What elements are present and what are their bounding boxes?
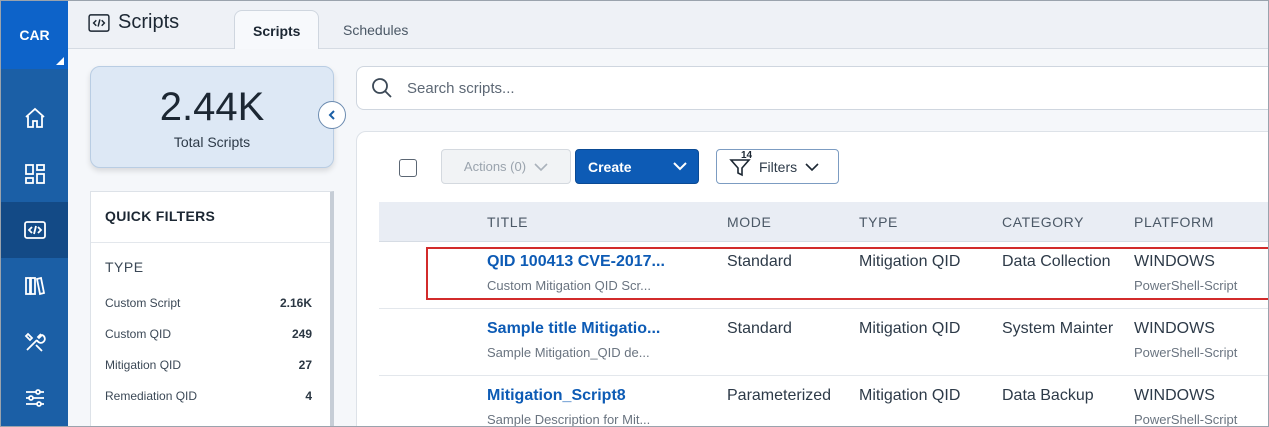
corner-indicator-icon (56, 57, 64, 65)
search-icon (372, 78, 392, 98)
quick-filter-count: 2.16K (279, 296, 312, 310)
search-input[interactable] (407, 79, 1007, 97)
cell-mode: Standard (727, 253, 792, 270)
quick-filters-title: QUICK FILTERS (105, 208, 216, 224)
actions-dropdown-button[interactable]: Actions (0) (441, 149, 571, 184)
scripts-icon (23, 221, 46, 239)
tab-scripts-label: Scripts (253, 22, 301, 39)
select-all-checkbox[interactable] (399, 159, 417, 177)
column-header-type[interactable]: TYPE (859, 214, 898, 230)
table-header: TITLE MODE TYPE CATEGORY PLATFORM (379, 202, 1268, 242)
cell-platform-subtype: PowerShell-Script (1134, 412, 1238, 427)
total-scripts-label: Total Scripts (173, 134, 251, 150)
top-bar: Scripts Scripts Schedules (68, 1, 1268, 50)
nav-library[interactable] (1, 258, 68, 314)
script-title-link[interactable]: Sample title Mitigatio... (487, 320, 660, 338)
quick-filter-label: Remediation QID (105, 389, 198, 403)
column-header-title[interactable]: TITLE (487, 214, 528, 230)
cell-mode: Parameterized (727, 387, 832, 404)
cell-mode: Standard (727, 320, 792, 337)
quick-filter-item[interactable]: Remediation QID 4 (105, 389, 312, 409)
quick-filter-item[interactable]: Mitigation QID 27 (105, 358, 312, 378)
app-brand-label: CAR (19, 27, 50, 43)
tab-schedules-label: Schedules (343, 22, 409, 38)
chevron-down-icon (805, 162, 819, 171)
total-scripts-value: 2.44K (159, 85, 265, 129)
left-nav-rail: CAR (1, 1, 68, 426)
nav-scripts[interactable] (1, 202, 68, 258)
create-button[interactable]: Create (575, 149, 699, 184)
scripts-table-card: Actions (0) Create 14 Filters TITLE MODE… (356, 131, 1268, 427)
cell-platform: WINDOWS (1134, 253, 1215, 270)
script-description: Sample Description for Mit... (487, 412, 651, 427)
library-icon (24, 276, 45, 296)
cell-platform: WINDOWS (1134, 387, 1215, 404)
nav-settings[interactable] (1, 370, 68, 426)
quick-filter-item[interactable]: Custom QID 249 (105, 327, 312, 347)
filters-count-badge: 14 (741, 150, 753, 161)
cell-type: Mitigation QID (859, 387, 961, 404)
tools-icon (24, 332, 46, 352)
settings-sliders-icon (25, 389, 44, 407)
quick-filter-label: Custom Script (105, 296, 181, 310)
tab-schedules[interactable]: Schedules (325, 10, 426, 50)
page-title-text: Scripts (118, 11, 180, 33)
script-title-link[interactable]: Mitigation_Script8 (487, 387, 626, 405)
quick-filter-label: Mitigation QID (105, 358, 182, 372)
cell-category: Data Backup (1002, 387, 1094, 404)
main-content: 2.44K Total Scripts QUICK FILTERS TYPE C… (68, 49, 1268, 426)
script-description: Custom Mitigation QID Scr... (487, 278, 651, 293)
dashboard-icon (24, 164, 45, 184)
cell-category: Data Collection (1002, 253, 1111, 270)
nav-dashboard[interactable] (1, 146, 68, 202)
chevron-down-icon[interactable] (672, 159, 688, 173)
nav-tools[interactable] (1, 314, 68, 370)
table-row[interactable]: Sample title Mitigatio... Sample Mitigat… (379, 309, 1268, 376)
script-description: Sample Mitigation_QID de... (487, 345, 650, 360)
filters-label: Filters (759, 158, 798, 175)
table-row[interactable]: QID 100413 CVE-2017... Custom Mitigation… (379, 242, 1268, 309)
chevron-down-icon (534, 162, 548, 171)
table-row[interactable]: Mitigation_Script8 Sample Description fo… (379, 376, 1268, 427)
column-header-mode[interactable]: MODE (727, 214, 771, 230)
chevron-left-icon (328, 110, 335, 120)
page-title: Scripts (88, 11, 179, 34)
nav-home[interactable] (1, 90, 68, 146)
app-window: CAR Scripts Scripts Schedules 2.44K Tota… (0, 0, 1269, 427)
quick-filter-count: 27 (298, 358, 312, 372)
quick-filter-label: Custom QID (105, 327, 172, 341)
quick-filter-item[interactable]: Custom Script 2.16K (105, 296, 312, 316)
quick-filter-count: 4 (305, 389, 312, 403)
column-header-category[interactable]: CATEGORY (1002, 214, 1084, 230)
app-switcher[interactable]: CAR (1, 1, 68, 69)
cell-platform-subtype: PowerShell-Script (1134, 345, 1238, 360)
search-bar (356, 66, 1268, 110)
script-title-link[interactable]: QID 100413 CVE-2017... (487, 253, 665, 271)
total-scripts-card: 2.44K Total Scripts (90, 66, 334, 168)
collapse-panel-button[interactable] (318, 101, 346, 129)
home-icon (24, 107, 45, 128)
scripts-title-icon (88, 13, 110, 32)
cell-platform-subtype: PowerShell-Script (1134, 278, 1238, 293)
quick-filters-panel: QUICK FILTERS TYPE Custom Script 2.16K C… (90, 191, 334, 426)
cell-type: Mitigation QID (859, 253, 961, 270)
cell-platform: WINDOWS (1134, 320, 1215, 337)
column-header-platform[interactable]: PLATFORM (1134, 214, 1214, 230)
cell-type: Mitigation QID (859, 320, 961, 337)
quick-filters-section-type: TYPE (105, 259, 144, 275)
divider (91, 242, 330, 243)
create-label: Create (588, 158, 632, 175)
cell-category: System Mainter (1002, 320, 1114, 337)
tab-scripts[interactable]: Scripts (234, 10, 320, 50)
quick-filter-count: 249 (291, 327, 312, 341)
actions-label: Actions (0) (463, 159, 527, 174)
filters-button[interactable]: 14 Filters (716, 149, 839, 184)
